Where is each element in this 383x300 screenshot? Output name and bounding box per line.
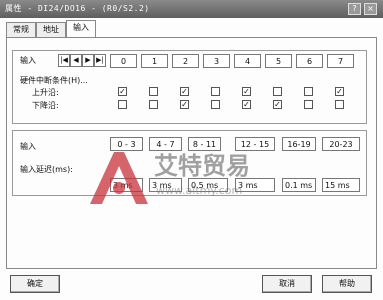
interrupt-label: 硬件中断条件(H)... (20, 76, 88, 85)
delay-select[interactable]: 0.1 ms (282, 178, 316, 192)
delay-select[interactable]: 3 ms (235, 178, 275, 192)
cancel-button[interactable]: 取消 (262, 275, 312, 293)
rising-edge-checkbox[interactable]: ✓ (335, 87, 344, 96)
channel-header: 0 (110, 54, 137, 68)
tab-general[interactable]: 常规 (6, 22, 36, 37)
rising-edge-checkbox[interactable] (149, 87, 158, 96)
next-icon[interactable]: ▶ (82, 54, 94, 67)
help-icon[interactable]: ? (348, 3, 361, 15)
falling-edge-checkbox[interactable] (211, 100, 220, 109)
close-icon[interactable]: × (364, 3, 377, 15)
delay-select[interactable]: 3 ms (149, 178, 182, 192)
rising-edge-checkbox[interactable] (273, 87, 282, 96)
group-header: 8 - 11 (188, 137, 221, 151)
group-header: 12 - 15 (235, 137, 275, 151)
rising-edge-checkbox[interactable] (211, 87, 220, 96)
window-title-bar: 属性 - DI24/DO16 - (R0/S2.2) (0, 0, 383, 18)
rising-edge-checkbox[interactable] (304, 87, 313, 96)
channel-header: 6 (296, 54, 323, 68)
window-title: 属性 - DI24/DO16 - (R0/S2.2) (5, 4, 150, 13)
rising-edge-checkbox[interactable]: ✓ (242, 87, 251, 96)
channel-header: 7 (327, 54, 354, 68)
prev-icon[interactable]: ◀ (70, 54, 82, 67)
group-header: 0 - 3 (110, 137, 143, 151)
delay-select[interactable]: 3 ms (110, 178, 143, 192)
channel-header: 5 (265, 54, 292, 68)
rising-edge-checkbox[interactable]: ✓ (180, 87, 189, 96)
input-delay-label: 输入延迟(ms): (20, 165, 73, 174)
ok-button[interactable]: 确定 (10, 275, 60, 293)
tab-input[interactable]: 输入 (66, 20, 96, 38)
tab-address[interactable]: 地址 (36, 22, 66, 37)
input-row-label: 输入 (20, 56, 36, 65)
group-header: 16-19 (282, 137, 316, 151)
falling-edge-checkbox[interactable]: ✓ (273, 100, 282, 109)
group-header: 4 - 7 (149, 137, 182, 151)
delay-select[interactable]: 15 ms (322, 178, 360, 192)
first-icon[interactable]: |◀ (58, 54, 70, 67)
falling-edge-checkbox[interactable]: ✓ (180, 100, 189, 109)
channel-header: 3 (203, 54, 230, 68)
help-button[interactable]: 帮助 (322, 275, 372, 293)
falling-edge-checkbox[interactable]: ✓ (242, 100, 251, 109)
last-icon[interactable]: ▶| (94, 54, 106, 67)
falling-edge-label: 下降沿: (32, 101, 59, 110)
delay-select[interactable]: 0.5 ms (188, 178, 228, 192)
rising-edge-checkbox[interactable]: ✓ (118, 87, 127, 96)
group-header: 20-23 (322, 137, 360, 151)
falling-edge-checkbox[interactable] (304, 100, 313, 109)
rising-edge-label: 上升沿: (32, 88, 59, 97)
channel-header: 2 (172, 54, 199, 68)
channel-header: 4 (234, 54, 261, 68)
falling-edge-checkbox[interactable] (335, 100, 344, 109)
channel-header: 1 (141, 54, 168, 68)
falling-edge-checkbox[interactable] (149, 100, 158, 109)
falling-edge-checkbox[interactable] (118, 100, 127, 109)
delay-section-label: 输入 (20, 142, 36, 151)
